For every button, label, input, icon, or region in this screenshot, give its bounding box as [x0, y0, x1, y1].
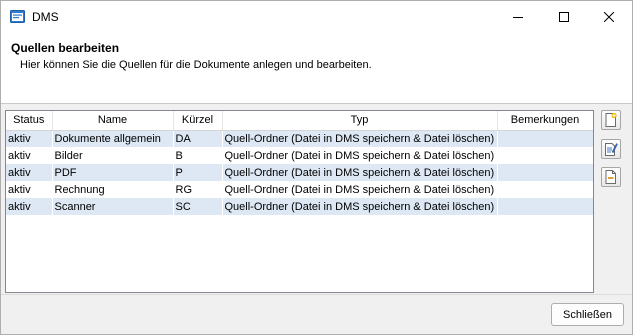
- remove-document-icon: [605, 170, 616, 184]
- title-bar: DMS: [1, 1, 632, 33]
- maximize-icon: [559, 11, 569, 22]
- cell-typ: Quell-Ordner (Datei in DMS speichern & D…: [222, 147, 497, 164]
- remove-source-button[interactable]: [601, 167, 621, 187]
- cell-name: Rechnung: [52, 181, 173, 198]
- table-row[interactable]: aktiv Dokumente allgemein DA Quell-Ordne…: [6, 130, 593, 147]
- app-icon: [10, 9, 25, 24]
- cell-status: aktiv: [6, 130, 52, 147]
- cell-bemerkungen: [497, 198, 593, 215]
- dialog-header: Quellen bearbeiten Hier können Sie die Q…: [1, 33, 632, 103]
- header-subtitle: Hier können Sie die Quellen für die Doku…: [20, 59, 372, 71]
- cell-bemerkungen: [497, 181, 593, 198]
- column-header-name[interactable]: Name: [52, 111, 174, 131]
- header-title: Quellen bearbeiten: [11, 41, 120, 55]
- table-row[interactable]: aktiv Scanner SC Quell-Ordner (Datei in …: [6, 198, 593, 215]
- cell-status: aktiv: [6, 147, 52, 164]
- sources-grid[interactable]: Status Name Kürzel Typ Bemerkungen aktiv…: [5, 110, 594, 293]
- cell-status: aktiv: [6, 198, 52, 215]
- cell-kuerzel: P: [173, 164, 222, 181]
- column-header-status[interactable]: Status: [6, 111, 53, 131]
- close-icon: [604, 11, 614, 22]
- dms-window: DMS Quellen bearbeiten Hier können Sie d…: [0, 0, 633, 335]
- close-button[interactable]: Schließen: [551, 303, 624, 326]
- cell-name: Bilder: [52, 147, 173, 164]
- cell-typ: Quell-Ordner (Datei in DMS speichern & D…: [222, 164, 497, 181]
- window-title: DMS: [32, 10, 59, 24]
- cell-typ: Quell-Ordner (Datei in DMS speichern & D…: [222, 181, 497, 198]
- column-header-typ[interactable]: Typ: [222, 111, 498, 131]
- cell-typ: Quell-Ordner (Datei in DMS speichern & D…: [222, 198, 497, 215]
- cell-bemerkungen: [497, 164, 593, 181]
- cell-name: Dokumente allgemein: [52, 130, 173, 147]
- cell-bemerkungen: [497, 130, 593, 147]
- dialog-footer: Schließen: [1, 295, 632, 334]
- edit-document-icon: [605, 143, 618, 156]
- table-row[interactable]: aktiv PDF P Quell-Ordner (Datei in DMS s…: [6, 164, 593, 181]
- minimize-icon: [513, 16, 523, 18]
- sources-table: Status Name Kürzel Typ Bemerkungen aktiv…: [6, 111, 593, 215]
- add-source-button[interactable]: [601, 110, 621, 130]
- cell-kuerzel: DA: [173, 130, 222, 147]
- edit-source-button[interactable]: [601, 139, 621, 159]
- cell-kuerzel: RG: [173, 181, 222, 198]
- column-header-kuerzel[interactable]: Kürzel: [173, 111, 223, 131]
- table-row[interactable]: aktiv Rechnung RG Quell-Ordner (Datei in…: [6, 181, 593, 198]
- table-row[interactable]: aktiv Bilder B Quell-Ordner (Datei in DM…: [6, 147, 593, 164]
- cell-kuerzel: SC: [173, 198, 222, 215]
- close-window-button[interactable]: [586, 1, 632, 32]
- cell-name: Scanner: [52, 198, 173, 215]
- cell-status: aktiv: [6, 181, 52, 198]
- cell-typ: Quell-Ordner (Datei in DMS speichern & D…: [222, 130, 497, 147]
- content-area: Status Name Kürzel Typ Bemerkungen aktiv…: [1, 104, 632, 294]
- cell-name: PDF: [52, 164, 173, 181]
- cell-status: aktiv: [6, 164, 52, 181]
- table-header-row: Status Name Kürzel Typ Bemerkungen: [6, 111, 593, 131]
- cell-kuerzel: B: [173, 147, 222, 164]
- cell-bemerkungen: [497, 147, 593, 164]
- minimize-button[interactable]: [495, 1, 541, 32]
- column-header-bemerkungen[interactable]: Bemerkungen: [497, 111, 593, 131]
- maximize-button[interactable]: [541, 1, 587, 32]
- new-document-icon: [605, 112, 617, 127]
